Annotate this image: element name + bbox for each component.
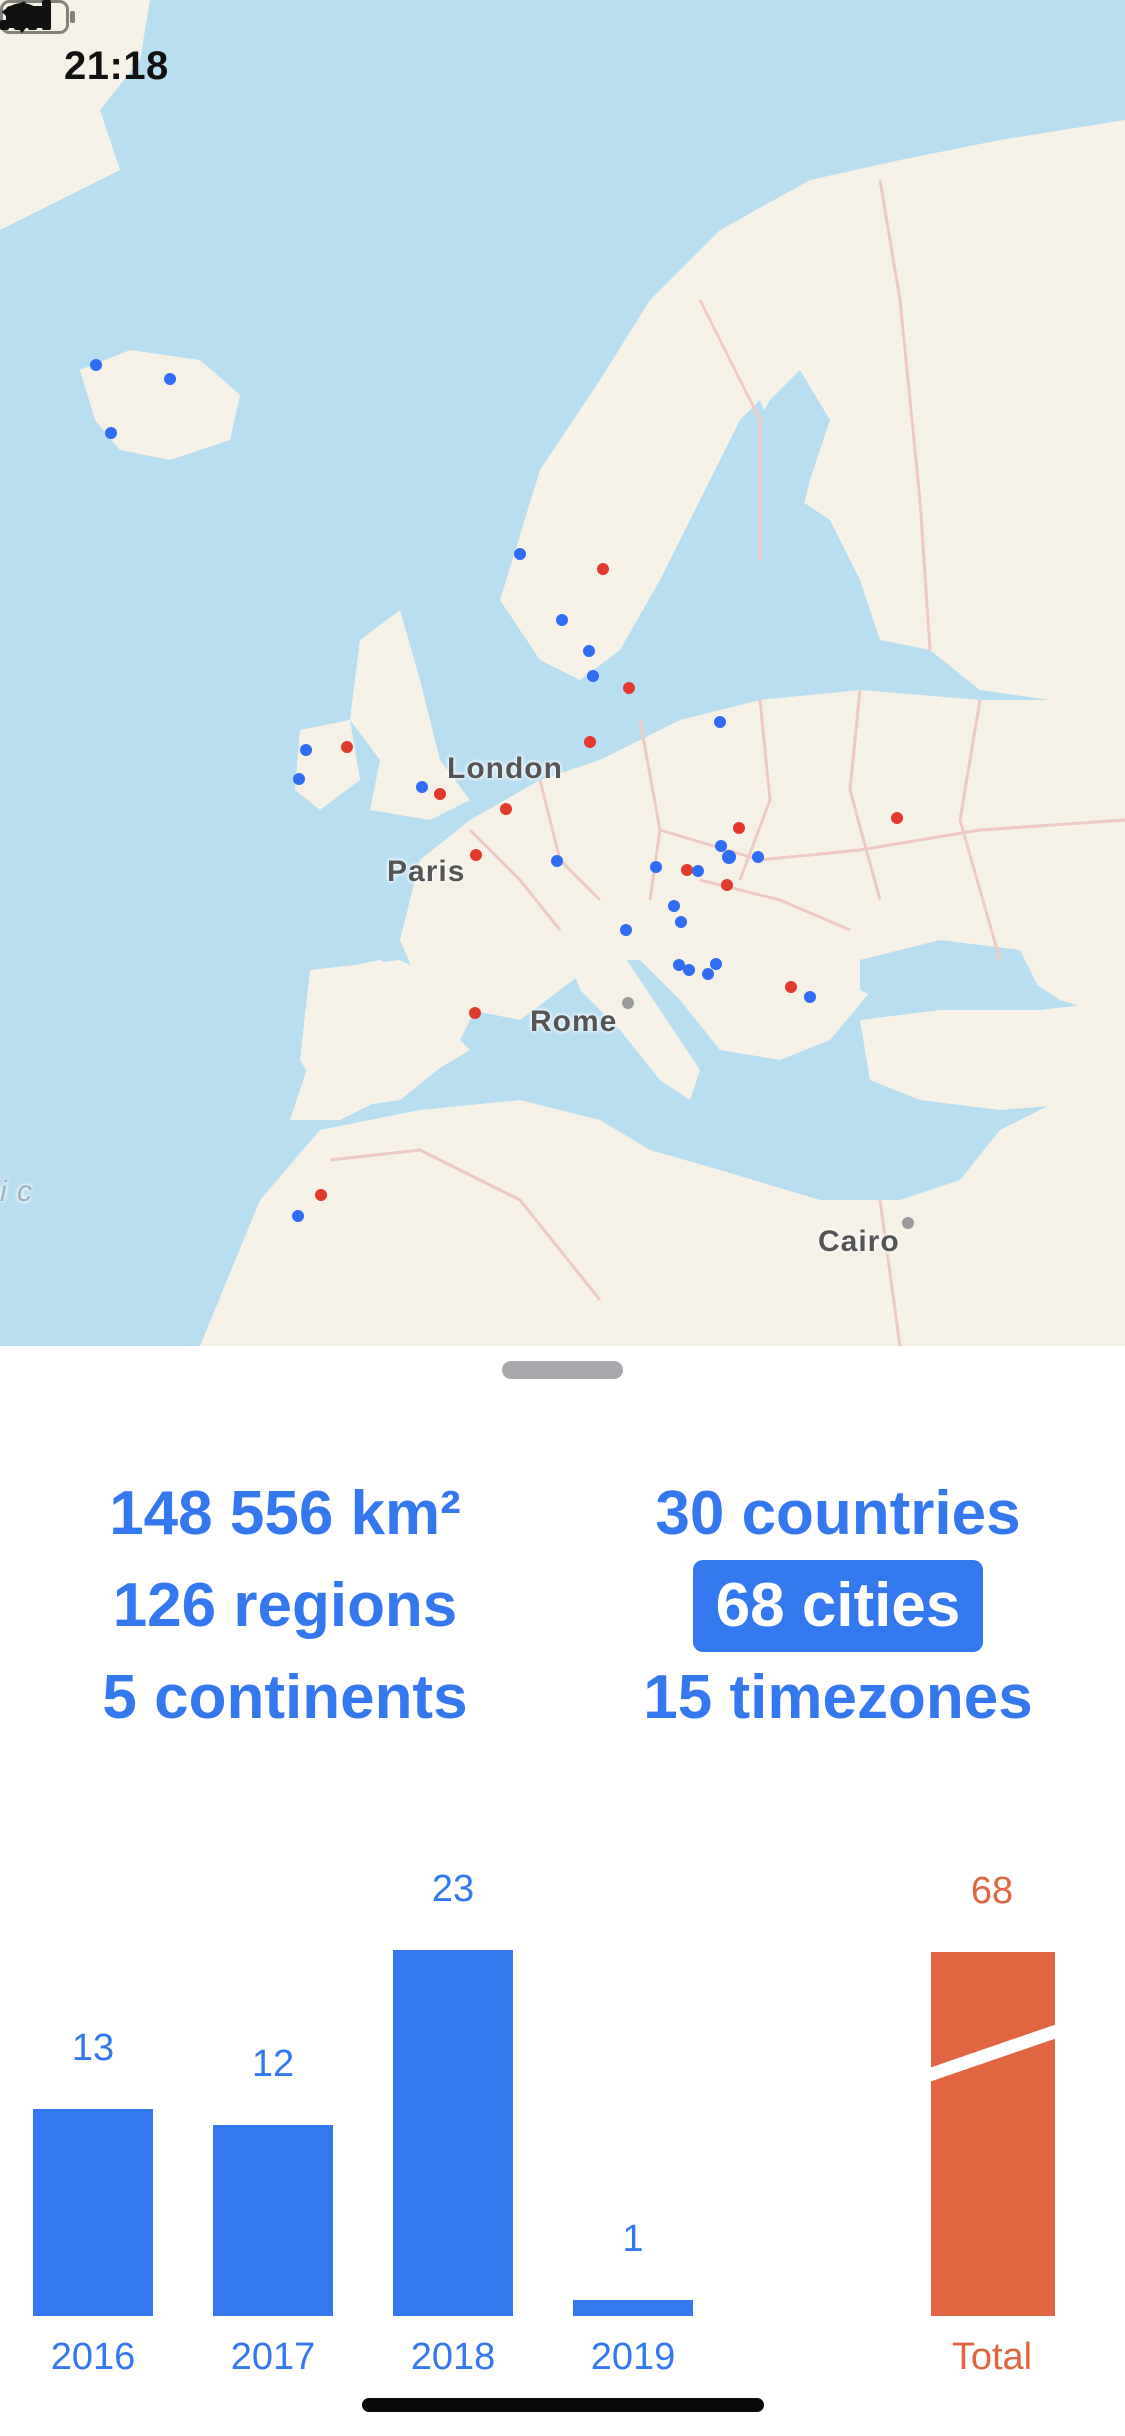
visited-marker	[675, 916, 687, 928]
sheet-drag-handle[interactable]	[502, 1361, 623, 1379]
map-label-london: London	[447, 752, 563, 785]
visited-marker	[785, 981, 797, 993]
stat-continents[interactable]: 5 continents	[45, 1652, 525, 1744]
total-value-label: 68	[970, 1870, 1014, 1912]
year-axis-label: 2016	[50, 2336, 136, 2378]
visited-marker	[293, 773, 305, 785]
visited-marker	[164, 373, 176, 385]
stat-timezones[interactable]: 15 timezones	[598, 1652, 1078, 1744]
home-indicator[interactable]	[362, 2398, 764, 2412]
visited-marker	[623, 682, 635, 694]
visited-marker	[292, 1210, 304, 1222]
stats-sheet: 148 556 km² 30 countries 126 regions 68 …	[0, 1346, 1125, 2436]
visited-marker	[722, 850, 736, 864]
stat-area[interactable]: 148 556 km²	[45, 1468, 525, 1560]
total-axis-label: Total	[951, 2336, 1033, 2378]
visited-marker	[733, 822, 745, 834]
visited-marker	[681, 864, 693, 876]
year-axis-label: 2018	[410, 2336, 496, 2378]
visited-marker	[416, 781, 428, 793]
status-time: 21:18	[64, 44, 169, 88]
visited-marker	[551, 855, 563, 867]
visited-marker	[583, 645, 595, 657]
visited-marker	[469, 1007, 481, 1019]
visited-marker	[702, 968, 714, 980]
year-bar-2016[interactable]	[33, 2109, 153, 2316]
visited-marker	[620, 924, 632, 936]
year-value-label: 13	[71, 2027, 115, 2069]
rome-city-dot	[622, 997, 634, 1009]
map-view[interactable]: London Paris Rome Cairo i c 21:18	[0, 0, 1125, 1346]
year-bar-2018[interactable]	[393, 1950, 513, 2316]
cairo-city-dot	[902, 1217, 914, 1229]
visited-marker	[434, 788, 446, 800]
visited-marker	[500, 803, 512, 815]
visited-marker	[683, 964, 695, 976]
visited-marker	[587, 670, 599, 682]
visited-marker	[715, 840, 727, 852]
map-label-rome: Rome	[530, 1005, 618, 1038]
visited-marker	[300, 744, 312, 756]
visited-marker	[597, 563, 609, 575]
year-bar-2019[interactable]	[573, 2300, 693, 2316]
stat-cities-selected[interactable]: 68 cities	[693, 1560, 983, 1652]
year-bar-2017[interactable]	[213, 2125, 333, 2316]
status-bar: 21:18	[0, 0, 1125, 140]
visited-marker	[584, 736, 596, 748]
visited-marker	[470, 849, 482, 861]
year-value-label: 23	[431, 1868, 475, 1910]
visited-marker	[341, 741, 353, 753]
battery-icon	[0, 0, 75, 34]
visited-marker	[710, 958, 722, 970]
visited-marker	[650, 861, 662, 873]
visited-marker	[692, 865, 704, 877]
visited-marker	[721, 879, 733, 891]
year-value-label: 1	[622, 2218, 644, 2260]
visited-marker	[315, 1189, 327, 1201]
year-value-label: 12	[251, 2043, 295, 2085]
visited-marker	[804, 991, 816, 1003]
stat-countries[interactable]: 30 countries	[598, 1468, 1078, 1560]
year-axis-label: 2019	[590, 2336, 676, 2378]
visited-marker	[714, 716, 726, 728]
visited-marker	[891, 812, 903, 824]
visited-marker	[668, 900, 680, 912]
visited-marker	[90, 359, 102, 371]
stat-regions[interactable]: 126 regions	[45, 1560, 525, 1652]
visited-marker	[105, 427, 117, 439]
total-bar[interactable]	[931, 1952, 1055, 2316]
year-axis-label: 2017	[230, 2336, 316, 2378]
map-label-paris: Paris	[387, 855, 466, 888]
visited-marker	[752, 851, 764, 863]
map-label-cairo: Cairo	[818, 1225, 900, 1258]
map-label-ocean-edge: i c	[0, 1175, 33, 1208]
visited-marker	[514, 548, 526, 560]
map-canvas[interactable]	[0, 0, 1125, 1346]
visited-marker	[556, 614, 568, 626]
